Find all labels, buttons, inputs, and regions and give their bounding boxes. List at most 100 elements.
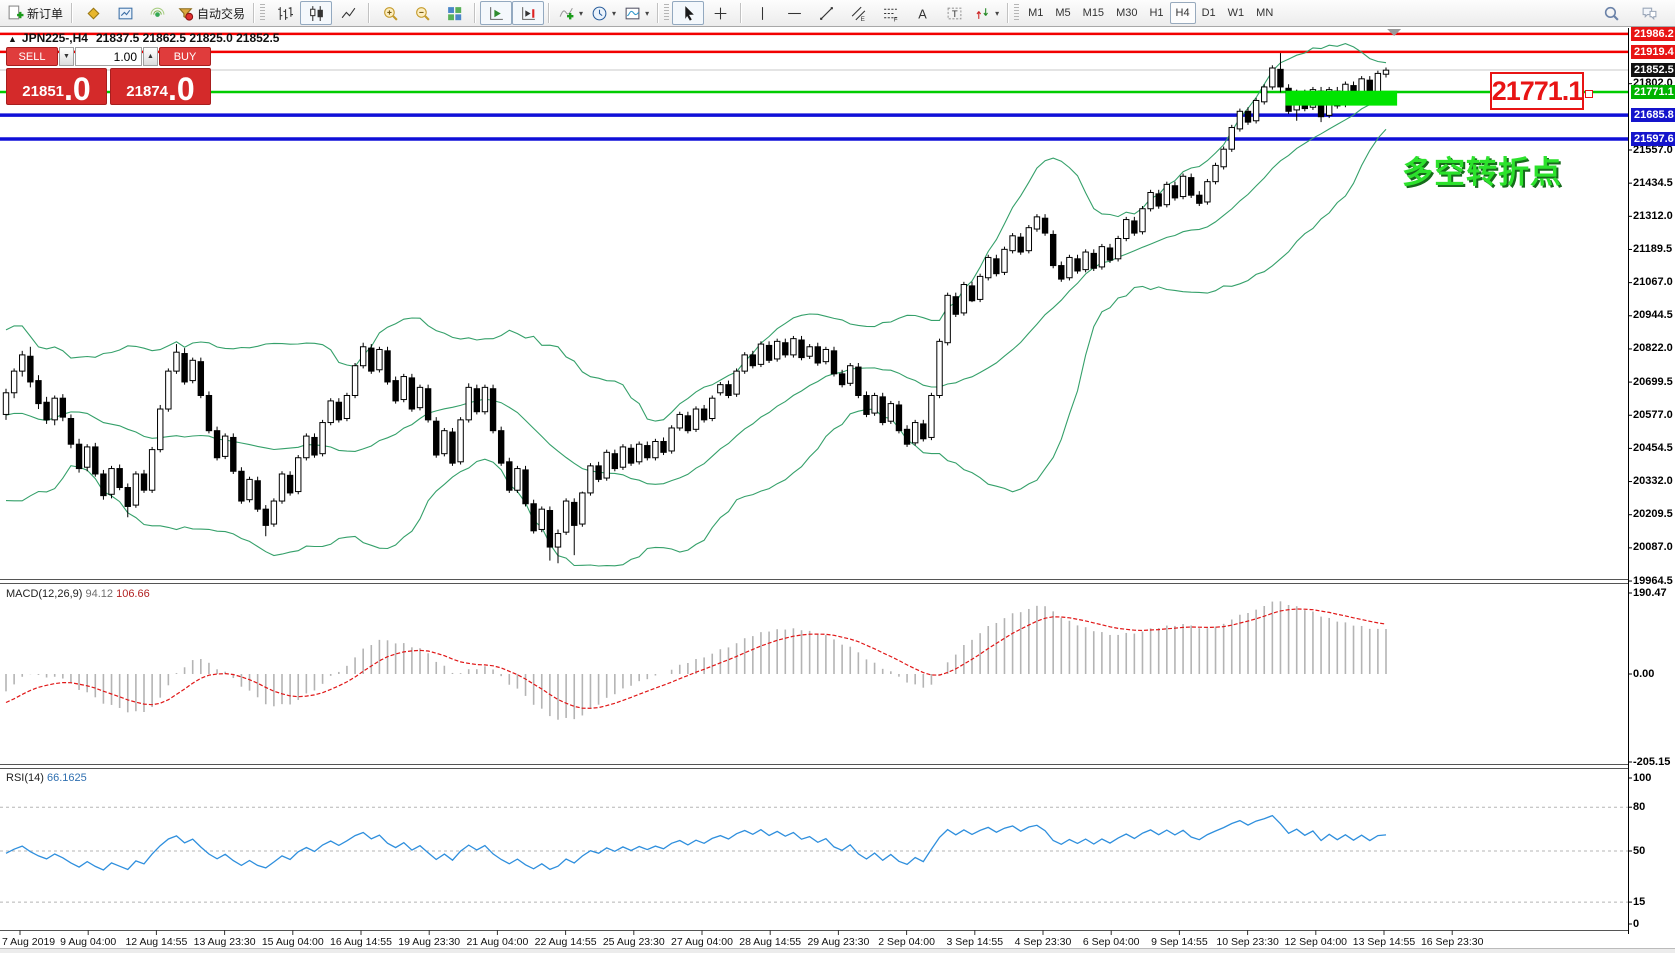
macd-axis-label: -205.15 [1633, 756, 1670, 769]
price-callout-label[interactable]: 21771.1 [1490, 72, 1584, 110]
text-label-button[interactable]: T [938, 1, 970, 25]
macd-axis-label: 190.47 [1633, 587, 1667, 600]
periods-button[interactable]: ▾ [587, 1, 620, 25]
time-label: 3 Sep 14:55 [946, 936, 1003, 948]
price-tick-label: 20454.5 [1633, 442, 1673, 455]
tf-h1[interactable]: H1 [1143, 2, 1169, 24]
styler-button[interactable] [77, 1, 109, 25]
crosshair-button[interactable] [704, 1, 736, 25]
tf-d1[interactable]: D1 [1196, 2, 1222, 24]
svg-text:A: A [918, 6, 927, 21]
toolbar: 新订单 自动交易 ▾ ▾ ▾ EF A T ▾ M1 M5 M15 M30 H1 H4 D1 W1MN [0, 0, 1675, 27]
new-chart-button[interactable] [109, 1, 141, 25]
macd-axis-label: 0.00 [1633, 668, 1654, 681]
tf-h4[interactable]: H4 [1170, 2, 1196, 24]
tf-d1-label: D1 [1202, 7, 1216, 19]
price-tag-21597.6: 21597.6 [1631, 132, 1675, 146]
bollinger-upper [6, 44, 1386, 422]
linech-icon [340, 5, 357, 22]
chat-button[interactable] [1633, 1, 1665, 25]
time-label: 12 Sep 04:00 [1285, 936, 1347, 948]
toolbar-separator [474, 3, 476, 23]
toolbar-separator [71, 3, 73, 23]
auto-scroll-button[interactable] [480, 1, 512, 25]
toolbar-separator [368, 3, 370, 23]
signal-icon [149, 5, 166, 22]
volume-decrease-button[interactable]: ▼ [59, 47, 74, 66]
vline-icon [754, 5, 771, 22]
signals-button[interactable] [141, 1, 173, 25]
zoom-in-button[interactable] [374, 1, 406, 25]
volume-increase-button[interactable]: ▲ [143, 47, 158, 66]
price-tick-label: 20944.5 [1633, 309, 1673, 322]
cursor-button[interactable] [672, 1, 704, 25]
templates-button[interactable]: ▾ [620, 1, 653, 25]
text-button[interactable]: A [906, 1, 938, 25]
time-label: 19 Aug 23:30 [398, 936, 460, 948]
svg-text:T: T [951, 9, 957, 20]
tf-h4-label: H4 [1176, 7, 1190, 19]
shift-icon [520, 5, 537, 22]
price-tag-21771.1: 21771.1 [1631, 85, 1675, 99]
tile-windows-button[interactable] [438, 1, 470, 25]
search-button[interactable] [1595, 1, 1627, 25]
channel-icon: E [850, 5, 867, 22]
tf-m15[interactable]: M15 [1077, 2, 1110, 24]
tf-m1[interactable]: M1 [1022, 2, 1049, 24]
fibonacci-button[interactable]: F [874, 1, 906, 25]
time-label: 21 Aug 04:00 [466, 936, 528, 948]
volume-input[interactable] [75, 47, 142, 66]
fibo-icon: F [882, 5, 899, 22]
indicators-button[interactable]: ▾ [554, 1, 587, 25]
bar-chart-button[interactable] [268, 1, 300, 25]
algo-trading-button[interactable]: 自动交易 [173, 1, 249, 25]
macd-signal-line [6, 609, 1386, 708]
arrows-button[interactable]: ▾ [970, 1, 1003, 25]
price-tick-label: 21067.0 [1633, 276, 1673, 289]
tf-m30[interactable]: M30 [1110, 2, 1143, 24]
vertical-line-button[interactable] [746, 1, 778, 25]
candlestick-button[interactable] [300, 1, 332, 25]
candles [3, 53, 1388, 563]
tf-w1[interactable]: W1 [1222, 2, 1251, 24]
sell-button[interactable]: SELL [6, 47, 58, 66]
callout-anchor-handle[interactable] [1585, 90, 1593, 98]
sell-price[interactable]: 21851.0 [6, 68, 107, 105]
doc_plus-icon [7, 5, 24, 22]
time-label: 15 Aug 04:00 [262, 936, 324, 948]
dropdown-arrow-icon: ▾ [579, 9, 583, 18]
buy-price[interactable]: 21874.0 [110, 68, 211, 105]
dropdown-arrow-icon: ▾ [612, 9, 616, 18]
toolbar-separator [253, 3, 255, 23]
tf-m5[interactable]: M5 [1049, 2, 1076, 24]
chinese-annotation[interactable]: 多空转折点 [1402, 147, 1562, 192]
channel-button[interactable]: E [842, 1, 874, 25]
toolbar-drag-handle [1014, 4, 1019, 22]
price-tick-label: 21189.5 [1633, 243, 1672, 256]
price-tick-label: 21434.5 [1633, 177, 1673, 190]
rsi-axis-label: 15 [1633, 896, 1645, 909]
chart-canvas[interactable] [0, 0, 1675, 953]
toolbar-separator [657, 3, 659, 23]
trendline-button[interactable] [810, 1, 842, 25]
new-order-button[interactable]: 新订单 [3, 1, 67, 25]
price-tag-21685.8: 21685.8 [1631, 108, 1675, 122]
buy-button[interactable]: BUY [159, 47, 211, 66]
textA-icon: A [914, 5, 931, 22]
price-tag-21986.2: 21986.2 [1631, 27, 1675, 41]
win_chart-icon [117, 5, 134, 22]
price-tick-label: 20332.0 [1633, 475, 1673, 488]
tf-m5-label: M5 [1055, 7, 1070, 19]
horizontal-line-button[interactable] [778, 1, 810, 25]
chart-shift-button[interactable] [512, 1, 544, 25]
line-chart-button[interactable] [332, 1, 364, 25]
one-click-trading-panel: SELL ▼ ▲ BUY 21851.0 21874.0 [6, 47, 211, 105]
zoom-out-button[interactable] [406, 1, 438, 25]
collapse-one-click-icon[interactable]: ▲ [8, 34, 17, 44]
green-highlight-box[interactable] [1286, 91, 1398, 106]
tf-mn[interactable]: MN [1250, 2, 1279, 24]
toolbar-drag-handle [260, 4, 265, 22]
price-tick-label: 20822.0 [1633, 342, 1673, 355]
chat-icon [1641, 5, 1658, 22]
tf-m30-label: M30 [1116, 7, 1137, 19]
